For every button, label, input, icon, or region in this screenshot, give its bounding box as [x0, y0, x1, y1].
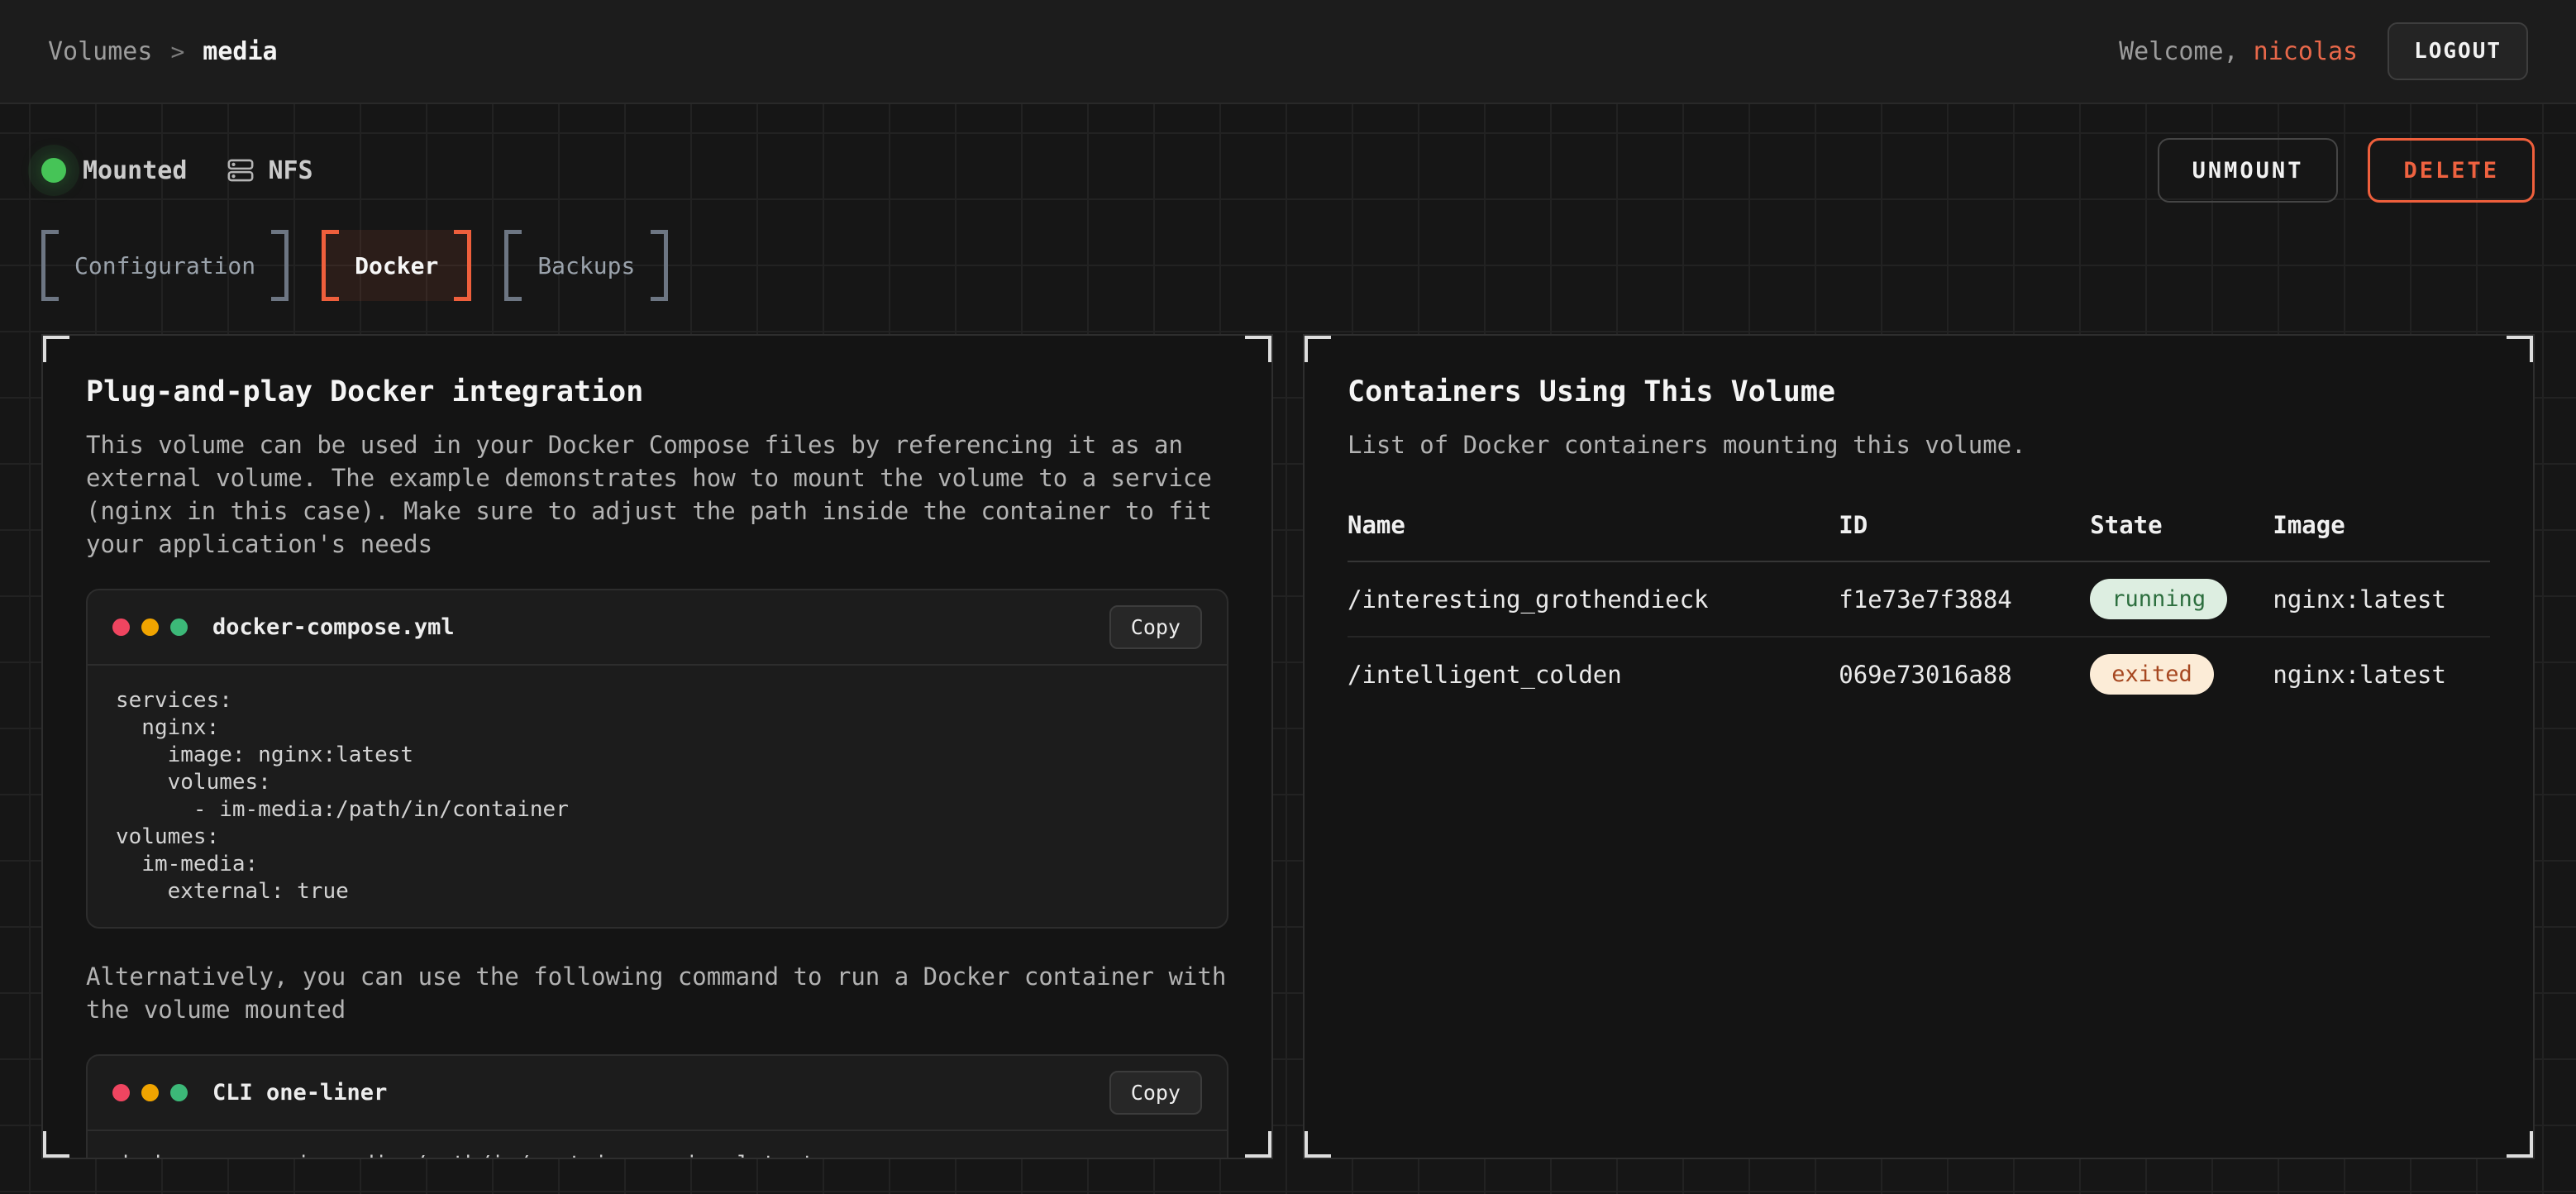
corner-tick [1303, 334, 1331, 362]
volume-status-group: Mounted NFS [41, 156, 313, 185]
breadcrumb: Volumes > media [48, 37, 278, 66]
code-line: - im-media:/path/in/container [116, 796, 1199, 824]
topbar-right: Welcome, nicolas LOGOUT [2119, 22, 2528, 80]
code-line: external: true [116, 878, 1199, 905]
driver-label: NFS [268, 156, 312, 185]
cli-intro-text: Alternatively, you can use the following… [86, 960, 1228, 1026]
mounted-status-dot-icon [41, 158, 66, 183]
cli-copy-button[interactable]: Copy [1109, 1071, 1202, 1115]
corner-tick [1303, 1131, 1331, 1159]
containers-panel-description: List of Docker containers mounting this … [1348, 428, 2490, 461]
corner-tick [1245, 334, 1273, 362]
welcome-text: Welcome, nicolas [2119, 37, 2358, 66]
server-icon [227, 156, 255, 184]
mounted-status-label: Mounted [83, 156, 187, 185]
container-state-cell: running [2090, 579, 2273, 619]
code-line: services: [116, 687, 1199, 714]
corner-tick [41, 1131, 69, 1159]
username: nicolas [2254, 37, 2358, 66]
compose-code-header: docker-compose.yml Copy [88, 590, 1227, 666]
code-line: volumes: [116, 824, 1199, 851]
compose-filename: docker-compose.yml [212, 614, 455, 640]
container-name: /intelligent_colden [1348, 661, 1839, 689]
panels: Plug-and-play Docker integration This vo… [41, 334, 2535, 1159]
unmount-button[interactable]: UNMOUNT [2158, 138, 2339, 203]
breadcrumb-current-page: media [203, 37, 277, 66]
container-id: f1e73e7f3884 [1839, 585, 2090, 614]
container-image: nginx:latest [2273, 661, 2490, 689]
window-dots [112, 1084, 188, 1101]
table-row: /interesting_grothendieck f1e73e7f3884 r… [1348, 562, 2490, 636]
window-dot-red-icon [112, 618, 130, 636]
cli-code-block: CLI one-liner Copy docker run -v im-medi… [86, 1054, 1228, 1159]
breadcrumb-volumes-link[interactable]: Volumes [48, 37, 152, 66]
corner-tick [41, 334, 69, 362]
code-line: image: nginx:latest [116, 742, 1199, 769]
compose-code-block: docker-compose.yml Copy services: nginx:… [86, 589, 1228, 929]
docker-panel-title: Plug-and-play Docker integration [86, 375, 1228, 408]
main-content: Mounted NFS UNMOUNT DELETE Configuration [0, 137, 2576, 1159]
cli-code-body: docker run -v im-media:/path/in/containe… [88, 1131, 1227, 1159]
container-name: /interesting_grothendieck [1348, 585, 1839, 614]
welcome-label: Welcome, [2119, 37, 2239, 66]
table-header-row: Name ID State Image [1348, 499, 2490, 562]
column-header-image: Image [2273, 511, 2490, 539]
state-badge: running [2090, 579, 2227, 619]
corner-tick [2507, 1131, 2535, 1159]
column-header-state: State [2090, 511, 2273, 539]
logout-button[interactable]: LOGOUT [2388, 22, 2528, 80]
column-header-id: ID [1839, 511, 2090, 539]
tab-backups[interactable]: Backups [504, 230, 668, 301]
corner-tick [2507, 334, 2535, 362]
window-dot-red-icon [112, 1084, 130, 1101]
code-line: docker run -v im-media:/path/in/containe… [116, 1151, 1199, 1159]
containers-panel-title: Containers Using This Volume [1348, 375, 2490, 408]
table-row: /intelligent_colden 069e73016a88 exited … [1348, 636, 2490, 711]
containers-panel: Containers Using This Volume List of Doc… [1303, 334, 2535, 1159]
window-dot-green-icon [170, 1084, 188, 1101]
compose-code-body: services: nginx: image: nginx:latest vol… [88, 666, 1227, 927]
cli-title: CLI one-liner [212, 1080, 387, 1106]
docker-panel-description: This volume can be used in your Docker C… [86, 428, 1228, 561]
cli-code-header: CLI one-liner Copy [88, 1056, 1227, 1131]
column-header-name: Name [1348, 511, 1839, 539]
code-line: nginx: [116, 714, 1199, 742]
tab-bar: Configuration Docker Backups [41, 230, 2535, 301]
containers-table: Name ID State Image /interesting_grothen… [1348, 499, 2490, 711]
compose-copy-button[interactable]: Copy [1109, 605, 1202, 649]
window-dots [112, 618, 188, 636]
delete-button[interactable]: DELETE [2368, 138, 2535, 203]
volume-actions: UNMOUNT DELETE [2158, 138, 2535, 203]
state-badge: exited [2090, 654, 2214, 695]
window-dot-green-icon [170, 618, 188, 636]
docker-integration-panel: Plug-and-play Docker integration This vo… [41, 334, 1273, 1159]
breadcrumb-separator-icon: > [170, 38, 184, 65]
status-row: Mounted NFS UNMOUNT DELETE [41, 137, 2535, 203]
container-image: nginx:latest [2273, 585, 2490, 614]
corner-tick [1245, 1131, 1273, 1159]
tab-docker[interactable]: Docker [322, 230, 471, 301]
container-state-cell: exited [2090, 654, 2273, 695]
tab-configuration[interactable]: Configuration [41, 230, 289, 301]
mount-status: Mounted [41, 156, 187, 185]
driver-badge: NFS [227, 156, 312, 185]
window-dot-yellow-icon [141, 1084, 159, 1101]
window-dot-yellow-icon [141, 618, 159, 636]
code-line: volumes: [116, 769, 1199, 796]
container-id: 069e73016a88 [1839, 661, 2090, 689]
code-line: im-media: [116, 851, 1199, 878]
top-bar: Volumes > media Welcome, nicolas LOGOUT [0, 0, 2576, 104]
